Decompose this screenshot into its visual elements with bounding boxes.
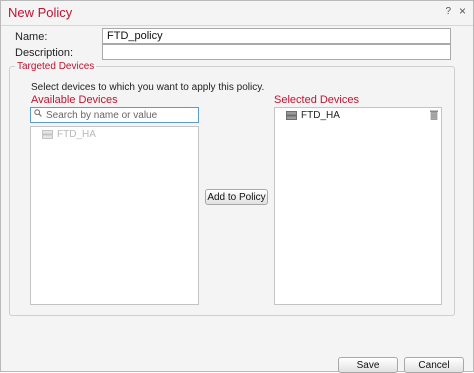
dialog-titlebar: New Policy ? × [1,1,473,26]
description-field[interactable] [102,44,451,60]
name-field[interactable] [102,28,451,44]
targeted-devices-legend: Targeted Devices [17,61,95,72]
search-input[interactable] [46,108,194,122]
selected-devices-list[interactable]: FTD_HA [274,107,442,305]
search-icon [34,109,42,117]
device-label: FTD_HA [301,110,340,121]
selected-devices-title: Selected Devices [274,94,359,106]
save-button[interactable]: Save [338,357,398,373]
dialog-title: New Policy [8,5,73,20]
targeted-instruction: Select devices to which you want to appl… [31,82,265,93]
device-icon [286,111,297,120]
description-label: Description: [15,47,74,59]
device-search[interactable] [30,107,199,123]
trash-icon[interactable] [430,110,438,120]
device-label: FTD_HA [57,129,96,140]
device-icon [42,130,53,139]
available-devices-title: Available Devices [31,94,118,106]
name-label: Name: [15,31,48,43]
available-devices-list[interactable]: FTD_HA [30,126,199,305]
new-policy-dialog: New Policy ? × Name: Description: Target… [0,0,474,373]
cancel-button[interactable]: Cancel [404,357,464,373]
list-item-selected-ftd-ha[interactable]: FTD_HA [286,110,340,121]
close-icon[interactable]: × [459,4,466,18]
list-item-available-ftd-ha[interactable]: FTD_HA [42,129,96,140]
help-icon[interactable]: ? [445,6,451,17]
add-to-policy-button[interactable]: Add to Policy [205,189,268,205]
